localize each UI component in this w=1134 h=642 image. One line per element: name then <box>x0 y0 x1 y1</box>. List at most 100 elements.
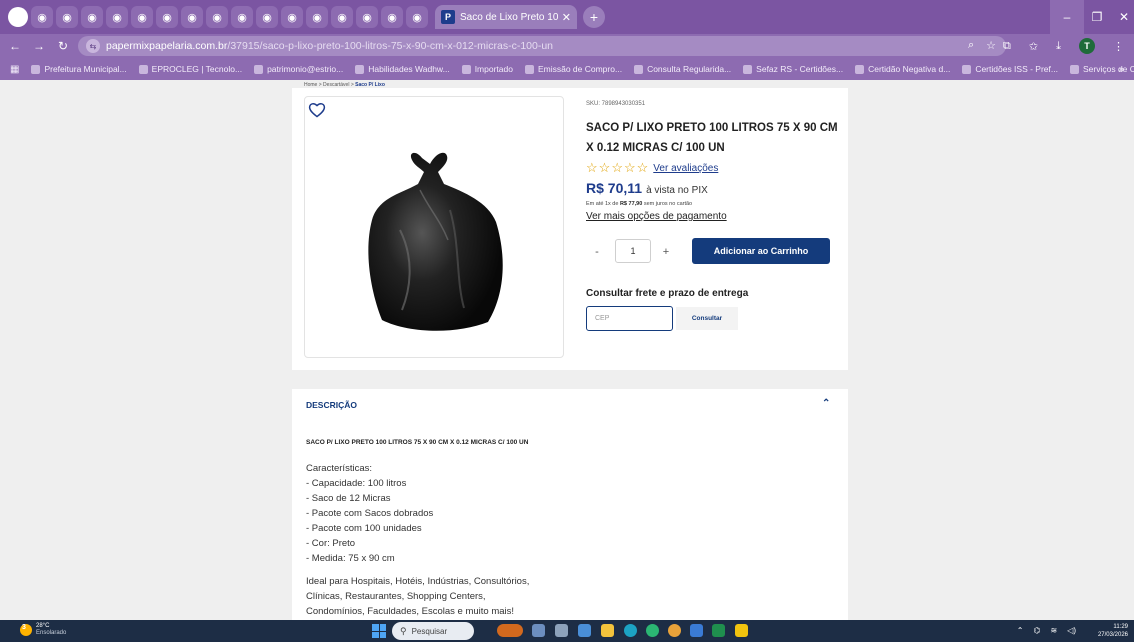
bookmark-item[interactable]: Emissão de Compro... <box>524 64 623 74</box>
file-explorer-icon[interactable] <box>601 624 614 637</box>
apps-grid-icon[interactable]: ▦ <box>10 64 19 75</box>
pinned-tab-icon[interactable]: ◉ <box>306 6 328 28</box>
reload-icon[interactable]: ↻ <box>54 39 72 53</box>
minimize-button[interactable]: – <box>1050 0 1084 34</box>
consult-shipping-button[interactable]: Consultar <box>676 307 738 330</box>
heart-icon[interactable] <box>308 102 326 118</box>
payment-options-link[interactable]: Ver mais opções de pagamento <box>586 211 727 222</box>
quantity-decrease-button[interactable]: - <box>587 240 607 264</box>
pinned-tab-icon[interactable]: ◉ <box>31 6 53 28</box>
widget-app-icon[interactable] <box>497 624 523 637</box>
bookmark-item[interactable]: Importado <box>461 64 513 74</box>
sticky-notes-icon[interactable] <box>735 624 748 637</box>
pinned-tab-icon[interactable]: ◉ <box>56 6 78 28</box>
site-info-icon[interactable]: ⇆ <box>86 39 100 53</box>
bookmark-favicon-icon <box>634 64 644 74</box>
pinned-tab-icon[interactable]: ◉ <box>106 6 128 28</box>
pinned-tab-icon[interactable]: ◉ <box>406 6 428 28</box>
teams-icon[interactable] <box>578 624 591 637</box>
volume-icon[interactable]: ◁) <box>1067 626 1076 635</box>
profile-avatar[interactable]: T <box>1079 38 1095 54</box>
description-subtitle: SACO P/ LIXO PRETO 100 LITROS 75 X 90 CM… <box>306 439 529 446</box>
download-icon[interactable]: ⤓ <box>1056 40 1061 53</box>
bookmark-item[interactable]: patrimonio@estrio... <box>254 64 343 74</box>
bookmark-label: Emissão de Compro... <box>537 64 623 74</box>
tab-strip: ◉ ◉ ◉ ◉ ◉ ◉ ◉ ◉ ◉ ◉ ◉ ◉ ◉ ◉ ◉ ◉ P Saco de Lixo Preto 10… <box>0 0 1134 34</box>
pinned-tab-icon[interactable]: ◉ <box>281 6 303 28</box>
collapse-chevron-icon[interactable]: ⌃ <box>822 398 830 409</box>
features-title: Características: <box>306 463 372 474</box>
product-sku: SKU: 7898943030351 <box>586 101 646 107</box>
profile-tab-icon[interactable] <box>8 7 28 27</box>
pinned-tab-icon[interactable]: ◉ <box>206 6 228 28</box>
garbage-bag-image <box>368 152 503 331</box>
pinned-tab-icon[interactable]: ◉ <box>231 6 253 28</box>
windows-start-icon[interactable] <box>372 624 386 638</box>
pinned-tab-icon[interactable]: ◉ <box>131 6 153 28</box>
cep-input[interactable] <box>586 306 673 331</box>
more-bookmarks-icon[interactable]: » <box>1118 64 1124 75</box>
url-path: /37915/saco-p-lixo-preto-100-litros-75-x… <box>227 40 554 52</box>
active-tab[interactable]: P Saco de Lixo Preto 100L Plastic ✕ <box>435 5 577 29</box>
bookmark-item[interactable]: Serviços de Contrib... <box>1069 64 1134 74</box>
bookmark-favicon-icon <box>855 64 865 74</box>
pinned-tab-icon[interactable]: ◉ <box>356 6 378 28</box>
quantity-increase-button[interactable]: + <box>656 240 676 264</box>
pinned-tab-icon[interactable]: ◉ <box>331 6 353 28</box>
temperature: 28°C <box>36 623 50 629</box>
description-header[interactable]: DESCRIÇÃO <box>306 400 357 410</box>
taskbar-search-input[interactable]: ⚲ Pesquisar <box>392 622 474 640</box>
quantity-input[interactable] <box>615 239 651 263</box>
bookmark-item[interactable]: Habilidades Wadhw... <box>355 64 450 74</box>
feature-item: - Pacote com Sacos dobrados <box>306 508 434 519</box>
bookmark-favicon-icon <box>355 64 365 74</box>
bookmark-star-icon[interactable]: ☆ <box>986 39 996 52</box>
calculator-icon[interactable] <box>555 624 568 637</box>
weather-widget[interactable]: 3 28°C Ensolarado <box>20 623 66 637</box>
url-domain: papermixpapelaria.com.br <box>106 40 228 52</box>
zoom-icon[interactable]: ⌕ <box>968 39 974 52</box>
feature-item: - Capacidade: 100 litros <box>306 478 407 489</box>
pix-price: R$ 70,11 <box>586 180 643 196</box>
weather-condition: Ensolarado <box>36 630 67 636</box>
bookmark-label: Serviços de Contrib... <box>1082 64 1134 74</box>
task-view-icon[interactable] <box>532 624 545 637</box>
bookmark-item[interactable]: Certidões ISS - Pref... <box>962 64 1058 74</box>
pinned-tab-icon[interactable]: ◉ <box>381 6 403 28</box>
pinned-tab-icon[interactable]: ◉ <box>156 6 178 28</box>
excel-icon[interactable] <box>712 624 725 637</box>
skype-icon[interactable] <box>646 624 659 637</box>
tray-chevron-icon[interactable]: ⌃ <box>1017 626 1024 635</box>
back-icon[interactable]: ← <box>6 39 24 53</box>
bookmark-item[interactable]: Certidão Negativa d... <box>855 64 950 74</box>
bookmark-item[interactable]: EPROCLEG | Tecnolo... <box>138 64 242 74</box>
wifi-icon[interactable]: ≋ <box>1050 626 1057 635</box>
chrome-icon[interactable] <box>668 624 681 637</box>
favorites-icon[interactable]: ✩ <box>1029 40 1038 53</box>
network-icon[interactable]: ⌬ <box>1033 626 1040 635</box>
bookmark-list: Prefeitura Municipal... EPROCLEG | Tecnol… <box>31 64 1134 74</box>
star-icon: ☆ <box>611 160 623 175</box>
pinned-tab-icon[interactable]: ◉ <box>81 6 103 28</box>
extensions-icon[interactable]: ⧉ <box>1003 40 1011 53</box>
pinned-tab-icon[interactable]: ◉ <box>181 6 203 28</box>
tab-close-icon[interactable]: ✕ <box>562 11 571 24</box>
add-to-cart-button[interactable]: Adicionar ao Carrinho <box>692 238 830 264</box>
new-tab-button[interactable]: + <box>583 6 605 28</box>
edge-icon[interactable] <box>624 624 637 637</box>
bookmark-item[interactable]: Sefaz RS - Certidões... <box>743 64 843 74</box>
system-tray: ⌃ ⌬ ≋ ◁) <box>1017 626 1076 635</box>
mail-icon[interactable] <box>690 624 703 637</box>
pinned-tab-icon[interactable]: ◉ <box>256 6 278 28</box>
bookmark-item[interactable]: Prefeitura Municipal... <box>31 64 127 74</box>
bookmark-item[interactable]: Consulta Regularida... <box>634 64 731 74</box>
menu-icon[interactable]: ⋮ <box>1113 40 1124 53</box>
forward-icon[interactable]: → <box>30 39 48 53</box>
maximize-button[interactable]: ❐ <box>1080 0 1114 34</box>
close-window-button[interactable]: ✕ <box>1114 0 1134 34</box>
reviews-link[interactable]: Ver avaliações <box>653 163 718 174</box>
feature-item: - Medida: 75 x 90 cm <box>306 553 395 564</box>
url-input[interactable]: ⇆ papermixpapelaria.com.br /37915/saco-p… <box>78 36 1006 56</box>
system-clock[interactable]: 11:29 27/03/2026 <box>1098 623 1128 639</box>
bookmark-label: Habilidades Wadhw... <box>368 64 450 74</box>
